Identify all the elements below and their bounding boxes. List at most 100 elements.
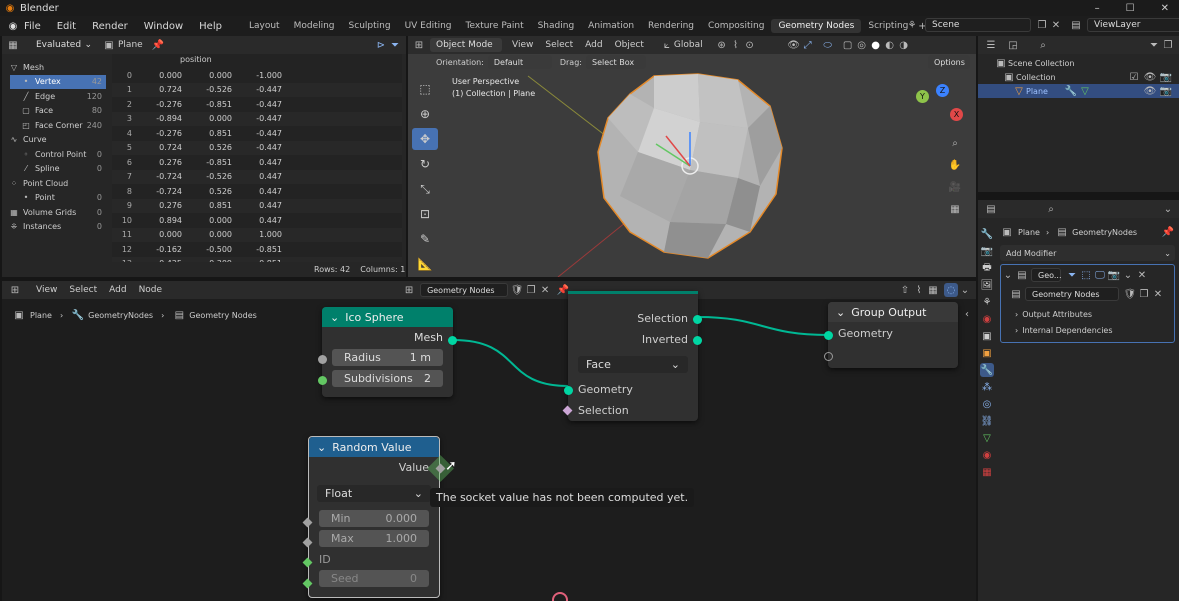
move-tool[interactable]: ✥ [412,128,438,150]
annotate-tool[interactable]: ✎ [412,228,438,250]
select-box-tool[interactable]: ⬚ [412,78,438,100]
scene-tab-icon[interactable]: ⚘ [980,295,994,309]
transform-tool[interactable]: ⊡ [412,203,438,225]
particles-tab-icon[interactable]: ⁂ [980,380,994,394]
dataset-tree-item[interactable]: ▽ Mesh [2,60,106,75]
tab-shading[interactable]: Shading [531,19,582,33]
edit-mode-toggle-icon[interactable]: ⏷ [1065,268,1079,282]
properties-search-icon[interactable]: ⌕ [1044,202,1058,216]
radius-input-socket[interactable] [318,355,327,364]
tab-uv-editing[interactable]: UV Editing [398,19,459,33]
material-tab-icon[interactable]: ◉ [980,448,994,462]
hide-eye-icon[interactable]: 👁 [1143,70,1157,84]
inverted-output-socket[interactable] [693,336,702,345]
pan-hand-icon[interactable]: ✋ [948,158,962,172]
editor-type-icon[interactable]: ▦ [6,38,20,52]
pin-icon[interactable]: 📌 [151,38,165,52]
object-tab-icon[interactable]: ▣ [980,346,994,360]
dataset-tree-item[interactable]: ∿ Curve [2,133,106,148]
dataset-tree-item[interactable]: ⁘ Point Cloud [2,176,106,191]
menu-render[interactable]: Render [92,21,128,32]
dataset-tree-item[interactable]: ⁜ Instances 0 [2,220,106,235]
tool-tab-icon[interactable]: 🔧 [980,227,994,241]
subdivisions-input-socket[interactable] [318,376,327,385]
view-layer-selector[interactable]: ViewLayer [1087,18,1179,32]
geometry-input-socket[interactable] [564,386,573,395]
scene-selector[interactable]: Scene [925,18,1031,32]
delete-scene-icon[interactable]: ✕ [1049,18,1063,32]
collapse-chevron-icon[interactable]: ⌄ [330,311,339,324]
outliner-item-scene-collection[interactable]: ▣ Scene Collection [978,56,1179,70]
random-value-node[interactable]: ⌄ Random Value Value Float ⌄ Min 0.000 Max… [302,436,446,598]
hide-eye-icon[interactable]: 👁 [1143,84,1157,98]
cage-toggle-icon[interactable]: ⬚ [1079,268,1093,282]
output-attributes-section[interactable]: › Output Attributes [1001,306,1174,322]
menu-help[interactable]: Help [199,21,222,32]
tab-compositing[interactable]: Compositing [701,19,771,33]
internal-dependencies-section[interactable]: › Internal Dependencies [1001,322,1174,338]
dataset-tree-item[interactable]: ▢ Face 80 [2,104,106,119]
view-layer-tab-icon[interactable]: 🖼 [980,278,994,292]
separate-geometry-node[interactable]: Selection Inverted Face ⌄ Geometry Select… [562,291,702,421]
outliner-search-icon[interactable]: ⌕ [1036,38,1050,52]
output-tab-icon[interactable]: 🖶 [980,261,994,275]
modifiers-tab-icon[interactable]: 🔧 [980,363,994,377]
selection-output-socket[interactable] [693,315,702,324]
node-group-field[interactable]: Geometry Nodes [1025,287,1119,301]
group-output-node[interactable]: ⌄ Group Output Geometry [824,302,958,368]
measure-tool[interactable]: 📐 [412,253,438,275]
world-tab-icon[interactable]: ◉ [980,312,994,326]
domain-dropdown[interactable]: Face ⌄ [578,356,688,373]
new-scene-icon[interactable]: ❐ [1035,18,1049,32]
physics-tab-icon[interactable]: ◎ [980,397,994,411]
unlink-node-group-icon[interactable]: ✕ [1151,287,1165,301]
texture-tab-icon[interactable]: ▦ [980,465,994,479]
minimize-button[interactable]: – [1095,3,1100,14]
dataset-tree-item[interactable]: • Point 0 [2,191,106,206]
remove-modifier-icon[interactable]: ✕ [1135,268,1149,282]
rotate-tool[interactable]: ↻ [412,153,438,175]
gizmo-x-axis[interactable]: X [950,108,963,121]
filter-selected-icon[interactable]: ⊳ [374,38,388,52]
gizmo-y-axis[interactable]: Y [916,90,929,103]
tab-modeling[interactable]: Modeling [287,19,342,33]
render-tab-icon[interactable]: 📷 [980,244,994,258]
fake-user-icon[interactable]: 🛡 [1123,287,1137,301]
seed-field[interactable]: Seed 0 [319,570,429,587]
grid-perspective-icon[interactable]: ▦ [948,202,962,216]
render-camera-icon[interactable]: 📷 [1159,70,1173,84]
outliner-filter-icon[interactable]: ⏷ [1147,38,1161,52]
new-collection-icon[interactable]: ❐ [1161,38,1175,52]
properties-options-icon[interactable]: ⌄ [1161,202,1175,216]
maximize-button[interactable]: ☐ [1126,3,1135,14]
dataset-tree-item[interactable]: ◦ Control Point 0 [2,147,106,162]
dataset-tree-item[interactable]: ▦ Volume Grids 0 [2,205,106,220]
menu-window[interactable]: Window [144,21,183,32]
geometry-group-socket[interactable] [824,331,833,340]
render-camera-icon[interactable]: 📷 [1159,84,1173,98]
max-field[interactable]: Max 1.000 [319,530,429,547]
tab-sculpting[interactable]: Sculpting [342,19,398,33]
dataset-tree-item[interactable]: • Vertex 42 [10,74,106,89]
pin-icon[interactable]: 📌 [1161,225,1175,239]
close-window-button[interactable]: ✕ [1161,3,1169,14]
3d-viewport[interactable]: ⊞ Object Mode View Select Add Object ⟀ G… [408,36,976,277]
tab-animation[interactable]: Animation [581,19,641,33]
ico-sphere-node[interactable]: ⌄ Ico Sphere Mesh Radius 1 m Subdivisions… [318,307,457,397]
add-modifier-button[interactable]: Add Modifier ⌄ [1000,245,1175,261]
collapse-chevron-icon[interactable]: ⌄ [836,306,845,319]
display-mode-icon[interactable]: ◲ [1006,38,1020,52]
blender-menu-icon[interactable]: ◉ [6,19,20,33]
cursor-tool[interactable]: ⊕ [412,103,438,125]
mesh-output-socket[interactable] [448,336,457,345]
menu-file[interactable]: File [24,21,41,32]
gizmo-z-axis[interactable]: Z [936,84,949,97]
min-field[interactable]: Min 0.000 [319,510,429,527]
empty-group-socket[interactable] [824,352,833,361]
modifier-name-field[interactable]: Geo... [1031,268,1062,282]
collection-tab-icon[interactable]: ▣ [980,329,994,343]
exclude-checkbox[interactable]: ☑ [1127,70,1141,84]
dataset-tree-item[interactable]: ╱ Edge 120 [2,89,106,104]
render-toggle-icon[interactable]: 📷 [1107,268,1121,282]
realtime-toggle-icon[interactable]: 🖵 [1093,268,1107,282]
